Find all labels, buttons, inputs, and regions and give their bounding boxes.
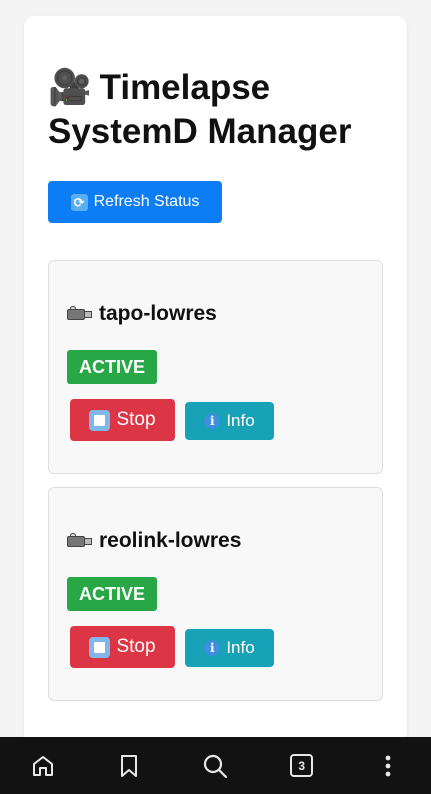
stop-icon	[89, 409, 111, 431]
movie-camera-icon: 🎥	[48, 68, 92, 107]
more-icon[interactable]	[368, 746, 408, 786]
page-title-text: Timelapse SystemD Manager	[48, 68, 352, 151]
stop-button[interactable]: Stop	[70, 626, 175, 668]
tab-count: 3	[290, 754, 314, 777]
video-camera-icon	[67, 533, 92, 549]
info-icon: i	[204, 640, 221, 656]
service-name: reolink-lowres	[67, 529, 241, 553]
stop-label: Stop	[116, 409, 156, 430]
bookmark-icon[interactable]	[109, 746, 149, 786]
refresh-icon: ⟳	[70, 193, 88, 211]
bottom-nav-bar: 3	[0, 737, 431, 794]
service-name: tapo-lowres	[67, 302, 217, 326]
info-label: Info	[226, 411, 255, 430]
tabs-icon[interactable]: 3	[282, 746, 322, 786]
stop-label: Stop	[116, 636, 156, 657]
info-button[interactable]: i Info	[185, 629, 274, 667]
stop-icon	[89, 636, 111, 658]
service-name-text: reolink-lowres	[99, 529, 242, 552]
info-button[interactable]: i Info	[185, 402, 274, 440]
info-icon: i	[204, 413, 221, 429]
info-label: Info	[226, 638, 255, 657]
service-card: tapo-lowres ACTIVE Stop i Info	[48, 260, 383, 474]
status-badge: ACTIVE	[67, 577, 157, 611]
refresh-status-label: Refresh Status	[93, 193, 200, 210]
service-card: reolink-lowres ACTIVE Stop i Info	[48, 487, 383, 701]
page-title: 🎥 Timelapse SystemD Manager	[48, 66, 388, 154]
video-camera-icon	[67, 306, 92, 322]
home-icon[interactable]	[23, 746, 63, 786]
search-icon[interactable]	[195, 746, 235, 786]
service-name-text: tapo-lowres	[99, 302, 217, 325]
stop-button[interactable]: Stop	[70, 399, 175, 441]
refresh-status-button[interactable]: ⟳ Refresh Status	[48, 181, 222, 223]
status-badge: ACTIVE	[67, 350, 157, 384]
